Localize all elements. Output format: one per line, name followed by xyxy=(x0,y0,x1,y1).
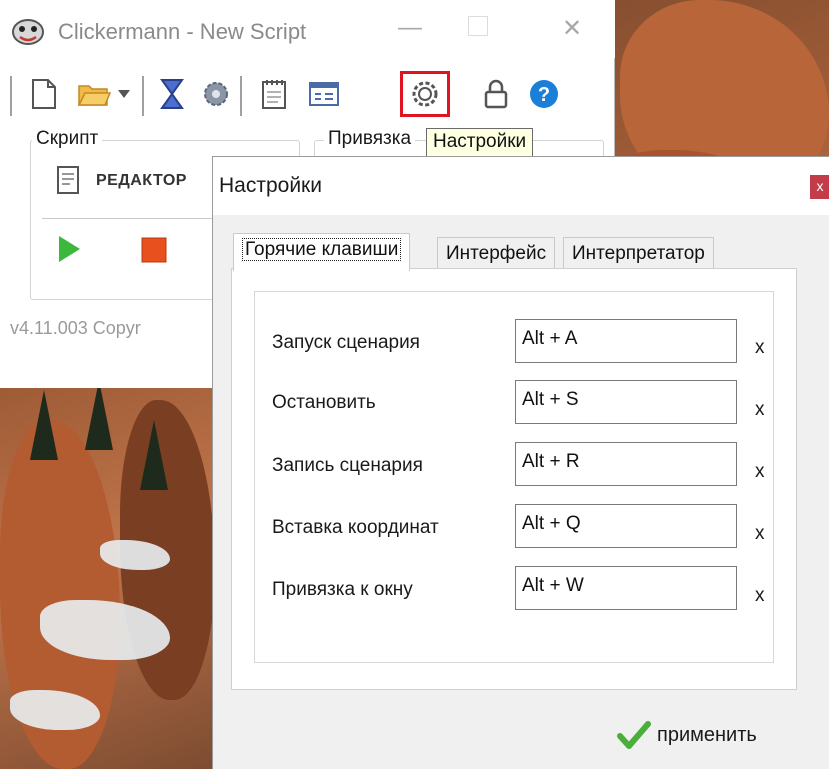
dialog-close-button[interactable]: x xyxy=(810,175,829,199)
window-title: Clickermann - New Script xyxy=(58,19,307,44)
tab-interpreter[interactable]: Интерпретатор xyxy=(563,237,714,271)
tab-hotkeys[interactable]: Горячие клавиши xyxy=(233,233,411,271)
binding-group-label: Привязка xyxy=(324,128,416,150)
editor-button-label[interactable]: РЕДАКТОР xyxy=(96,172,187,190)
clear-hotkey-record[interactable]: x xyxy=(755,461,765,483)
apply-button-label: применить xyxy=(657,723,757,746)
toolbar-separator xyxy=(10,76,12,116)
version-text: v4.11.003 Copyr xyxy=(10,318,141,338)
help-icon[interactable]: ? xyxy=(524,74,564,114)
clear-hotkey-bind[interactable]: x xyxy=(755,585,765,607)
window-icon[interactable] xyxy=(304,74,344,114)
hourglass-icon[interactable] xyxy=(152,74,192,114)
toolbar-separator xyxy=(142,76,144,116)
settings-gear-icon[interactable] xyxy=(400,71,450,117)
tab-interpreter-label: Интерпретатор xyxy=(572,243,705,264)
maximize-button[interactable] xyxy=(468,16,488,36)
clear-hotkey-coords[interactable]: x xyxy=(755,523,765,545)
hotkey-field-record[interactable]: Alt + R xyxy=(515,442,737,486)
editor-icon xyxy=(54,164,84,201)
hotkey-field-bind[interactable]: Alt + W xyxy=(515,566,737,610)
close-button[interactable]: ✕ xyxy=(562,14,582,43)
hotkey-field-coords[interactable]: Alt + Q xyxy=(515,504,737,548)
play-icon[interactable] xyxy=(56,234,82,269)
apply-button[interactable]: применить xyxy=(617,717,757,753)
toolbar: ? xyxy=(0,68,615,124)
script-group-label: Скрипт xyxy=(32,128,103,150)
checkmark-icon xyxy=(617,721,651,749)
hotkeys-panel: Запуск сценария Alt + A x Остановить Alt… xyxy=(231,268,797,690)
lock-icon[interactable] xyxy=(476,74,516,114)
dialog-title-bar: Настройки x xyxy=(213,157,829,215)
hotkey-label-bind: Привязка к окну xyxy=(272,579,413,600)
hotkey-field-start[interactable]: Alt + A xyxy=(515,319,737,363)
clear-hotkey-start[interactable]: x xyxy=(755,337,765,359)
hotkey-label-coords: Вставка координат xyxy=(272,517,439,538)
tab-hotkeys-label: Горячие клавиши xyxy=(242,238,402,261)
gear-small-icon[interactable] xyxy=(196,74,236,114)
notepad-icon[interactable] xyxy=(254,74,294,114)
minimize-button[interactable]: — xyxy=(398,14,422,42)
tab-interface[interactable]: Интерфейс xyxy=(437,237,556,271)
settings-tooltip: Настройки xyxy=(426,128,534,158)
hotkey-field-stop[interactable]: Alt + S xyxy=(515,380,737,424)
hotkey-label-start: Запуск сценария xyxy=(272,332,420,353)
app-logo-icon xyxy=(12,19,44,45)
dropdown-arrow-icon[interactable] xyxy=(112,74,136,114)
hotkey-label-record: Запись сценария xyxy=(272,455,423,476)
settings-dialog: Настройки x Горячие клавиши Интерфейс Ин… xyxy=(212,156,829,769)
title-bar: Clickermann - New Script — ✕ xyxy=(0,0,615,58)
open-folder-icon[interactable] xyxy=(74,74,114,114)
clear-hotkey-stop[interactable]: x xyxy=(755,399,765,421)
stop-icon[interactable] xyxy=(140,236,168,269)
svg-text:?: ? xyxy=(538,84,550,106)
dialog-title: Настройки xyxy=(219,174,322,197)
group-divider xyxy=(42,218,222,219)
tab-interface-label: Интерфейс xyxy=(446,243,547,264)
new-document-icon[interactable] xyxy=(24,74,64,114)
toolbar-separator xyxy=(240,76,242,116)
hotkey-label-stop: Остановить xyxy=(272,392,376,413)
